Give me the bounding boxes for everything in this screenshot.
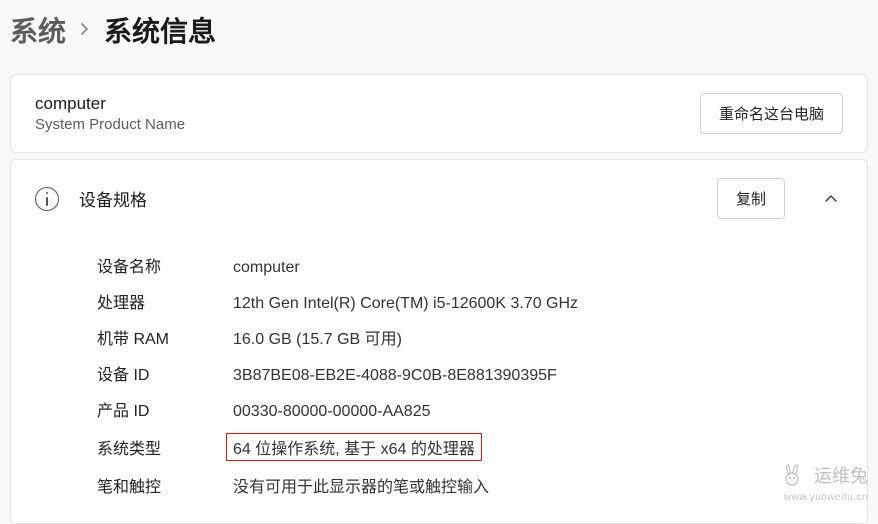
spec-label: 笔和触控 bbox=[97, 473, 233, 497]
computer-name: computer bbox=[35, 94, 185, 114]
spec-row: 设备名称computer bbox=[97, 247, 843, 283]
chevron-up-icon[interactable] bbox=[819, 187, 843, 211]
computer-header-card: computer System Product Name 重命名这台电脑 bbox=[10, 74, 868, 153]
spec-value: 3B87BE08-EB2E-4088-9C0B-8E881390395F bbox=[233, 367, 557, 385]
specs-title: 设备规格 bbox=[79, 186, 697, 211]
rename-button[interactable]: 重命名这台电脑 bbox=[700, 93, 843, 134]
spec-label: 设备名称 bbox=[97, 253, 233, 277]
copy-button[interactable]: 复制 bbox=[717, 178, 785, 219]
info-icon bbox=[35, 187, 59, 211]
spec-row: 机带 RAM16.0 GB (15.7 GB 可用) bbox=[97, 319, 843, 355]
spec-row: 处理器12th Gen Intel(R) Core(TM) i5-12600K … bbox=[97, 283, 843, 319]
spec-label: 产品 ID bbox=[97, 397, 233, 421]
spec-label: 机带 RAM bbox=[97, 325, 233, 349]
breadcrumb-parent[interactable]: 系统 bbox=[10, 10, 66, 50]
spec-value: 没有可用于此显示器的笔或触控输入 bbox=[233, 473, 489, 497]
spec-label: 系统类型 bbox=[97, 435, 233, 459]
spec-value: 16.0 GB (15.7 GB 可用) bbox=[233, 325, 402, 349]
spec-row: 笔和触控没有可用于此显示器的笔或触控输入 bbox=[97, 467, 843, 503]
spec-value: computer bbox=[233, 259, 300, 277]
spec-row: 设备 ID3B87BE08-EB2E-4088-9C0B-8E881390395… bbox=[97, 355, 843, 391]
spec-value: 12th Gen Intel(R) Core(TM) i5-12600K 3.7… bbox=[233, 295, 578, 313]
spec-row: 产品 ID00330-80000-00000-AA825 bbox=[97, 391, 843, 427]
chevron-right-icon bbox=[80, 19, 90, 42]
specs-body: 设备名称computer处理器12th Gen Intel(R) Core(TM… bbox=[11, 237, 867, 523]
specs-header: 设备规格 复制 bbox=[11, 160, 867, 237]
breadcrumb: 系统 系统信息 bbox=[0, 0, 878, 74]
device-specs-card: 设备规格 复制 设备名称computer处理器12th Gen Intel(R)… bbox=[10, 159, 868, 524]
spec-value: 00330-80000-00000-AA825 bbox=[233, 403, 431, 421]
spec-row: 系统类型64 位操作系统, 基于 x64 的处理器 bbox=[97, 427, 843, 467]
spec-label: 设备 ID bbox=[97, 361, 233, 385]
product-name: System Product Name bbox=[35, 116, 185, 133]
spec-label: 处理器 bbox=[97, 289, 233, 313]
spec-value: 64 位操作系统, 基于 x64 的处理器 bbox=[226, 433, 482, 461]
breadcrumb-current: 系统信息 bbox=[104, 10, 216, 50]
